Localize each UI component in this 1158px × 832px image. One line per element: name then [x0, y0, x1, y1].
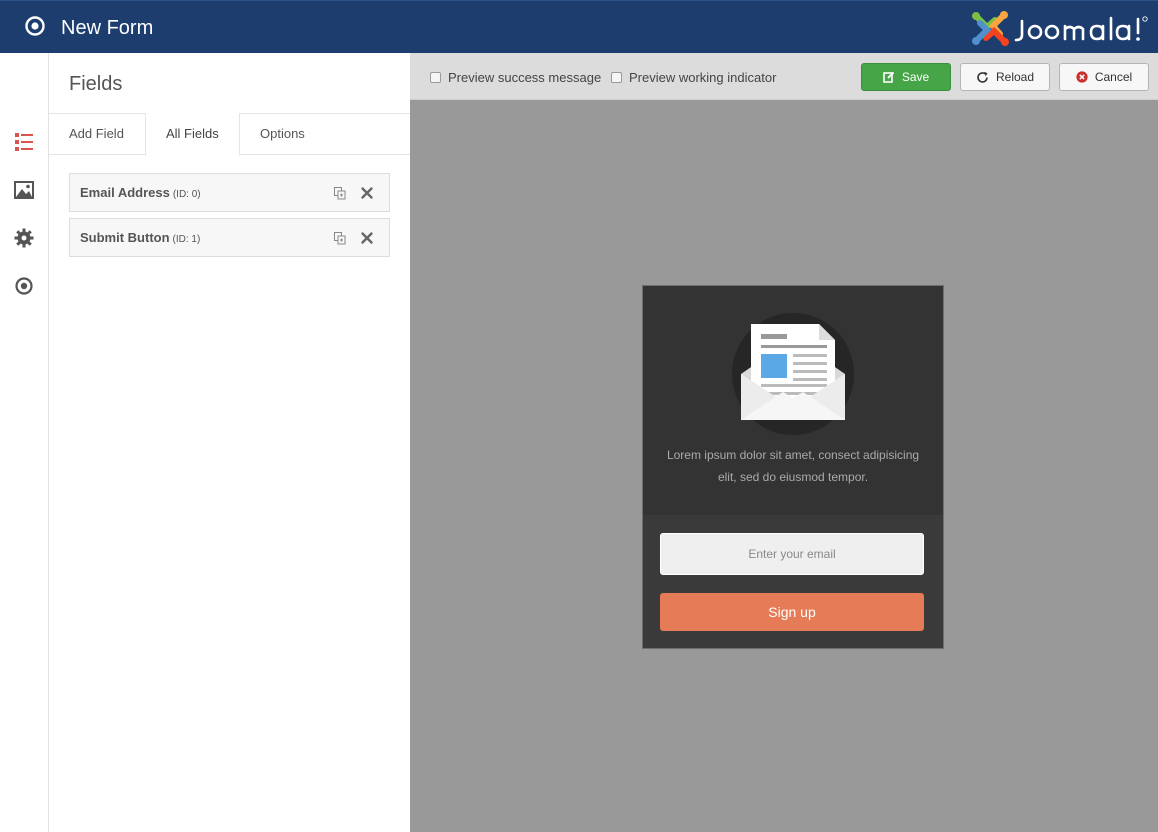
cancel-circle-icon [1076, 71, 1088, 83]
reload-button[interactable]: Reload [960, 63, 1050, 91]
tab-add-field[interactable]: Add Field [49, 113, 144, 156]
refresh-icon [977, 71, 988, 83]
tab-options[interactable]: Options [240, 113, 325, 156]
save-label: Save [901, 70, 930, 84]
field-label: Submit Button (ID: 1) [80, 230, 200, 245]
target-icon [25, 16, 45, 36]
page-title: New Form [61, 17, 154, 39]
save-button[interactable]: Save [861, 63, 951, 91]
target-icon[interactable] [12, 274, 36, 298]
form-preview: Lorem ipsum dolor sit amet, consect adip… [642, 285, 944, 649]
email-field[interactable] [660, 533, 924, 575]
field-id: (ID: 1) [172, 234, 201, 245]
field-label: Email Address (ID: 0) [80, 185, 201, 200]
checkbox-box[interactable] [611, 72, 622, 83]
joomla-logo [972, 11, 1148, 46]
preview-success-checkbox[interactable]: Preview success message [430, 70, 601, 85]
list-icon[interactable] [12, 130, 36, 154]
duplicate-icon[interactable] [333, 231, 347, 245]
image-icon[interactable] [12, 178, 36, 202]
edit-icon [883, 71, 895, 83]
form-description: Lorem ipsum dolor sit amet, consect adip… [666, 448, 920, 484]
checkbox-box[interactable] [430, 72, 441, 83]
field-row-email[interactable]: Email Address (ID: 0) [69, 173, 390, 212]
newsletter-envelope-icon [732, 313, 854, 435]
fields-panel: Fields Add Field All Fields Options Emai… [49, 53, 410, 832]
cancel-label: Cancel [1094, 70, 1133, 84]
signup-button[interactable]: Sign up [660, 593, 924, 631]
form-body: Sign up [643, 515, 943, 648]
reload-label: Reload [995, 70, 1035, 84]
close-icon[interactable] [360, 186, 374, 200]
form-header: Lorem ipsum dolor sit amet, consect adip… [643, 286, 943, 515]
field-id: (ID: 0) [172, 189, 201, 200]
tab-all-fields[interactable]: All Fields [145, 113, 240, 156]
preview-toolbar: Preview success message Preview working … [410, 53, 1158, 100]
field-list: Email Address (ID: 0) Submit Button (ID: 1… [69, 173, 390, 263]
top-header: New Form [0, 0, 1158, 53]
field-name: Submit Button [80, 230, 170, 245]
panel-title: Fields [69, 73, 123, 95]
preview-working-checkbox[interactable]: Preview working indicator [611, 70, 776, 85]
checkbox-label: Preview working indicator [629, 70, 777, 85]
field-name: Email Address [80, 185, 170, 200]
gear-icon[interactable] [12, 226, 36, 250]
sidebar-rail [0, 53, 49, 832]
field-row-submit[interactable]: Submit Button (ID: 1) [69, 218, 390, 257]
checkbox-label: Preview success message [448, 70, 602, 85]
preview-stage: Lorem ipsum dolor sit amet, consect adip… [410, 100, 1158, 832]
duplicate-icon[interactable] [333, 186, 347, 200]
cancel-button[interactable]: Cancel [1059, 63, 1149, 91]
panel-tabs: Add Field All Fields Options [49, 113, 410, 156]
close-icon[interactable] [360, 231, 374, 245]
